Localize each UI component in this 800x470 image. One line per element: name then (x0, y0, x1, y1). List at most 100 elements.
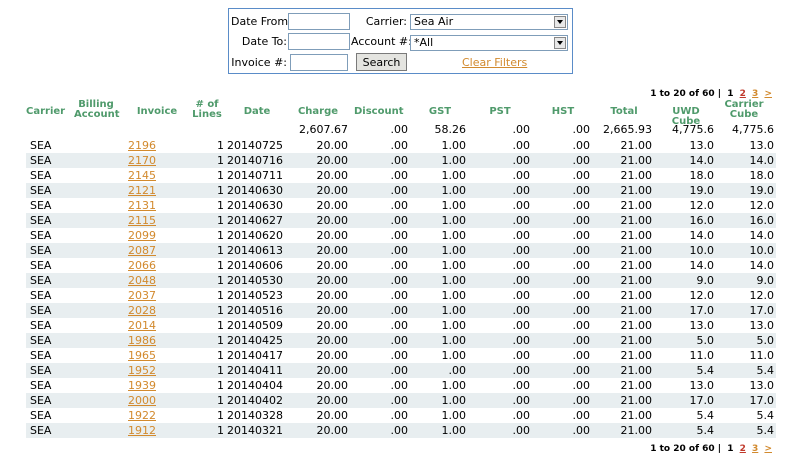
col-lines[interactable]: # of Lines (192, 100, 222, 120)
cell-carrier: SEA (30, 199, 52, 212)
invoice-link[interactable]: 2196 (128, 138, 156, 153)
cell-pst: .00 (512, 424, 531, 437)
cell-total: 21.00 (620, 274, 653, 287)
cell-uwd-cube: 17.0 (689, 304, 715, 317)
search-button[interactable]: Search (356, 53, 407, 71)
cell-lines: 1 (217, 214, 224, 227)
chevron-down-icon[interactable] (554, 16, 566, 28)
invoice-link[interactable]: 2066 (128, 258, 156, 273)
pager-page-3[interactable]: 3 (752, 444, 758, 454)
cell-total: 21.00 (620, 169, 653, 182)
cell-carrier-cube: 14.0 (749, 229, 775, 242)
invoice-link[interactable]: 1922 (128, 408, 156, 423)
cell-pst: .00 (512, 334, 531, 347)
invoice-link[interactable]: 2037 (128, 288, 156, 303)
cell-discount: .00 (390, 364, 409, 377)
invoice-link[interactable]: 2028 (128, 303, 156, 318)
cell-hst: .00 (572, 364, 591, 377)
carrier-label: Carrier: (365, 15, 407, 28)
invoice-link[interactable]: 2115 (128, 213, 156, 228)
total-pst: .00 (512, 123, 531, 136)
cell-gst: 1.00 (441, 319, 467, 332)
chevron-down-icon[interactable] (554, 37, 566, 49)
pager-page-1[interactable]: 1 (727, 444, 733, 454)
cell-gst: 1.00 (441, 154, 467, 167)
cell-uwd-cube: 5.0 (696, 334, 715, 347)
col-charge[interactable]: Charge (296, 107, 340, 117)
cell-hst: .00 (572, 184, 591, 197)
invoice-link[interactable]: 2014 (128, 318, 156, 333)
cell-date: 20140627 (227, 214, 283, 227)
invoice-link[interactable]: 2087 (128, 243, 156, 258)
col-invoice[interactable]: Invoice (134, 107, 180, 117)
invoice-link[interactable]: 2131 (128, 198, 156, 213)
cell-carrier: SEA (30, 169, 52, 182)
invoice-link[interactable]: 1952 (128, 363, 156, 378)
invoice-link[interactable]: 1912 (128, 423, 156, 438)
invoice-input[interactable] (290, 54, 348, 71)
cell-date: 20140402 (227, 394, 283, 407)
invoice-link[interactable]: 2121 (128, 183, 156, 198)
col-total[interactable]: Total (609, 107, 639, 117)
cell-hst: .00 (572, 379, 591, 392)
table-body: SEA 2196 1 20140725 20.00.00 1.00.00.00 21.00 1… (26, 138, 776, 438)
cell-hst: .00 (572, 154, 591, 167)
invoice-link[interactable]: 2099 (128, 228, 156, 243)
cell-gst: 1.00 (441, 424, 467, 437)
date-from-input[interactable] (288, 13, 350, 30)
clear-filters-link[interactable]: Clear Filters (462, 56, 527, 69)
col-pst[interactable]: PST (486, 107, 514, 117)
pager-next[interactable]: > (764, 444, 772, 454)
pager-page-2[interactable]: 2 (740, 444, 746, 454)
col-gst[interactable]: GST (426, 107, 454, 117)
invoice-link[interactable]: 1965 (128, 348, 156, 363)
cell-total: 21.00 (620, 139, 653, 152)
col-hst[interactable]: HST (549, 107, 577, 117)
cell-uwd-cube: 19.0 (689, 184, 715, 197)
cell-lines: 1 (217, 334, 224, 347)
invoice-link[interactable]: 2145 (128, 168, 156, 183)
invoice-link[interactable]: 2000 (128, 393, 156, 408)
cell-total: 21.00 (620, 229, 653, 242)
pager-page-1[interactable]: 1 (727, 89, 733, 99)
date-to-label: Date To: (241, 35, 287, 48)
invoice-link[interactable]: 2048 (128, 273, 156, 288)
cell-charge: 20.00 (316, 379, 349, 392)
cell-total: 21.00 (620, 319, 653, 332)
invoice-link[interactable]: 1986 (128, 333, 156, 348)
cell-carrier-cube: 18.0 (749, 169, 775, 182)
pager-page-2[interactable]: 2 (740, 89, 746, 99)
col-discount[interactable]: Discount (354, 107, 404, 117)
carrier-select[interactable]: Sea Air (410, 14, 568, 30)
cell-lines: 1 (217, 409, 224, 422)
date-to-input[interactable] (288, 33, 350, 50)
cell-lines: 1 (217, 394, 224, 407)
cell-hst: .00 (572, 214, 591, 227)
pager-next[interactable]: > (764, 89, 772, 99)
invoice-link[interactable]: 2170 (128, 153, 156, 168)
col-carrier[interactable]: Carrier (26, 107, 65, 117)
col-date[interactable]: Date (240, 107, 274, 117)
cell-discount: .00 (390, 274, 409, 287)
cell-pst: .00 (512, 409, 531, 422)
cell-lines: 1 (217, 304, 224, 317)
cell-date: 20140404 (227, 379, 283, 392)
cell-gst: 1.00 (441, 409, 467, 422)
cell-date: 20140509 (227, 319, 283, 332)
cell-pst: .00 (512, 214, 531, 227)
table-row: SEA 2099 1 20140620 20.00 .00 1.00 .00 .00 21.00 1… (26, 228, 776, 243)
pager-page-3[interactable]: 3 (752, 89, 758, 99)
account-select[interactable]: *All (410, 35, 568, 51)
cell-gst: 1.00 (441, 169, 467, 182)
cell-gst: .00 (448, 364, 467, 377)
cell-uwd-cube: 5.4 (696, 364, 715, 377)
table-row: SEA 2066 1 20140606 20.00 .00 1.00 .00 .00 21.00 1… (26, 258, 776, 273)
total-charge: 2,607.67 (299, 123, 348, 136)
cell-uwd-cube: 11.0 (689, 349, 715, 362)
cell-date: 20140711 (227, 169, 283, 182)
cell-lines: 1 (217, 379, 224, 392)
col-carrier-cube[interactable]: Carrier Cube (723, 100, 765, 120)
cell-pst: .00 (512, 199, 531, 212)
invoice-link[interactable]: 1939 (128, 378, 156, 393)
col-billing-account[interactable]: Billing Account (74, 100, 119, 120)
